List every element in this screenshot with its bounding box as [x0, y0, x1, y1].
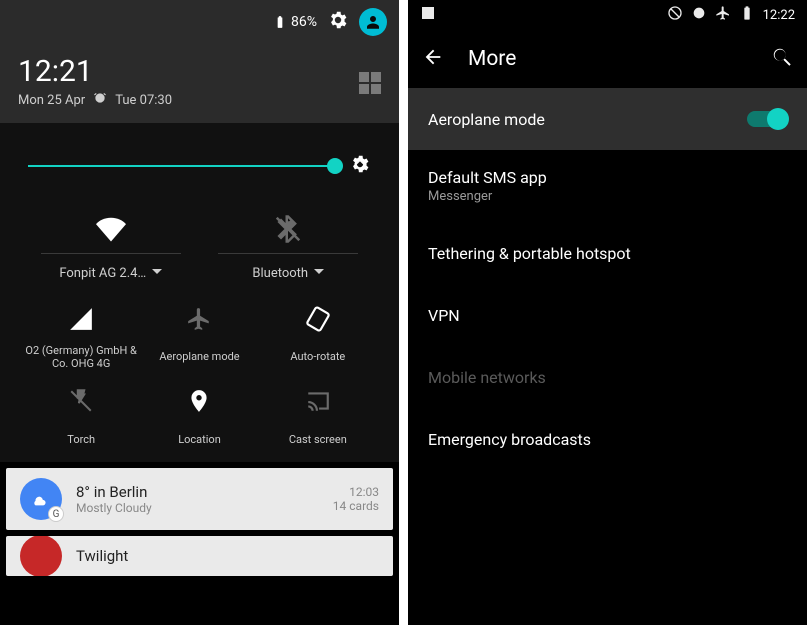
cast-tile[interactable]: Cast screen — [259, 388, 377, 452]
battery-indicator: 86% — [273, 14, 317, 30]
clock-time: 12:21 — [18, 54, 381, 89]
page-title: More — [468, 47, 747, 71]
row-label: Aeroplane mode — [428, 110, 747, 129]
row-sublabel: Messenger — [428, 189, 787, 204]
location-icon — [186, 388, 212, 418]
vpn-row[interactable]: VPN — [408, 284, 807, 346]
wifi-icon — [96, 209, 126, 249]
notification-meta: 14 cards — [333, 499, 379, 513]
cellular-label: O2 (Germany) GmbH & Co. OHG 4G — [22, 344, 140, 370]
airplane-tile[interactable]: Aeroplane mode — [140, 306, 258, 370]
profile-avatar[interactable] — [359, 8, 387, 36]
airplane-label: Aeroplane mode — [159, 344, 239, 370]
clock-panel: 12:21 Mon 25 Apr Tue 07:30 — [0, 44, 399, 123]
rotate-label: Auto-rotate — [290, 344, 345, 370]
brightness-icon — [349, 153, 371, 179]
search-button[interactable] — [771, 46, 793, 72]
quick-settings-body: Fonpit AG 2.4… Bluetooth O2 (Germany) Gm… — [0, 123, 399, 462]
app-bar: More — [408, 30, 807, 88]
cellular-tile[interactable]: O2 (Germany) GmbH & Co. OHG 4G — [22, 306, 140, 370]
wifi-label: Fonpit AG 2.4… — [59, 266, 146, 281]
more-settings-screen: 12:22 More Aeroplane mode Default SMS ap… — [408, 0, 807, 625]
location-tile[interactable]: Location — [140, 388, 258, 452]
torch-icon — [68, 388, 94, 418]
bluetooth-tile[interactable]: Bluetooth — [200, 209, 378, 284]
chevron-down-icon[interactable] — [152, 266, 162, 281]
emergency-broadcasts-row[interactable]: Emergency broadcasts — [408, 408, 807, 470]
airplane-icon — [186, 306, 212, 336]
bluetooth-label: Bluetooth — [252, 266, 308, 281]
row-label: Default SMS app — [428, 168, 787, 187]
battery-percent: 86% — [291, 14, 317, 30]
torch-tile[interactable]: Torch — [22, 388, 140, 452]
no-sim-icon — [667, 5, 683, 25]
settings-icon[interactable] — [327, 9, 349, 35]
wifi-tile[interactable]: Fonpit AG 2.4… — [22, 209, 200, 284]
row-label: VPN — [428, 306, 787, 325]
brightness-slider[interactable] — [28, 153, 371, 179]
torch-label: Torch — [67, 426, 95, 452]
date-row: Mon 25 Apr Tue 07:30 — [18, 91, 381, 109]
settings-list: Aeroplane mode Default SMS app Messenger… — [408, 88, 807, 470]
location-label: Location — [178, 426, 221, 452]
back-button[interactable] — [422, 46, 444, 72]
qs-top-row: Fonpit AG 2.4… Bluetooth — [22, 209, 377, 284]
row-label: Tethering & portable hotspot — [428, 244, 787, 263]
row-label: Mobile networks — [428, 368, 787, 387]
row-label: Emergency broadcasts — [428, 430, 787, 449]
tethering-row[interactable]: Tethering & portable hotspot — [408, 222, 807, 284]
alarm-time: Tue 07:30 — [115, 93, 172, 108]
clock-date: Mon 25 Apr — [18, 93, 85, 108]
weather-icon: G — [20, 478, 62, 520]
status-bar: 12:22 — [408, 0, 807, 30]
notification-title: 8° in Berlin — [76, 483, 319, 501]
bluetooth-off-icon — [273, 209, 303, 249]
rotate-icon — [305, 306, 331, 336]
status-time: 12:22 — [763, 8, 795, 23]
cast-label: Cast screen — [289, 426, 347, 452]
battery-icon — [739, 5, 755, 25]
quick-settings-screen: 86% 12:21 Mon 25 Apr Tue 07:30 — [0, 0, 399, 625]
google-badge-icon: G — [48, 506, 64, 522]
rotate-tile[interactable]: Auto-rotate — [259, 306, 377, 370]
notification-title: Twilight — [76, 547, 379, 565]
mobile-networks-row: Mobile networks — [408, 346, 807, 408]
notification-time: 12:03 — [333, 485, 379, 499]
picture-icon — [420, 5, 436, 25]
multi-user-icon[interactable] — [359, 72, 381, 94]
airplane-mode-row[interactable]: Aeroplane mode — [408, 88, 807, 150]
notification-subtitle: Mostly Cloudy — [76, 501, 319, 515]
notification-card[interactable]: G 8° in Berlin Mostly Cloudy 12:03 14 ca… — [6, 468, 393, 530]
airplane-icon — [715, 5, 731, 25]
notification-list: G 8° in Berlin Mostly Cloudy 12:03 14 ca… — [0, 468, 399, 576]
notification-card[interactable]: Twilight — [6, 536, 393, 576]
signal-icon — [68, 306, 94, 336]
qs-grid: O2 (Germany) GmbH & Co. OHG 4G Aeroplane… — [22, 306, 377, 452]
alarm-icon — [93, 91, 107, 109]
airplane-toggle[interactable] — [747, 111, 787, 127]
status-bar: 86% — [0, 0, 399, 44]
alarm-icon — [691, 5, 707, 25]
cast-icon — [305, 388, 331, 418]
default-sms-row[interactable]: Default SMS app Messenger — [408, 150, 807, 222]
chevron-down-icon[interactable] — [314, 266, 324, 281]
app-icon — [20, 536, 62, 576]
